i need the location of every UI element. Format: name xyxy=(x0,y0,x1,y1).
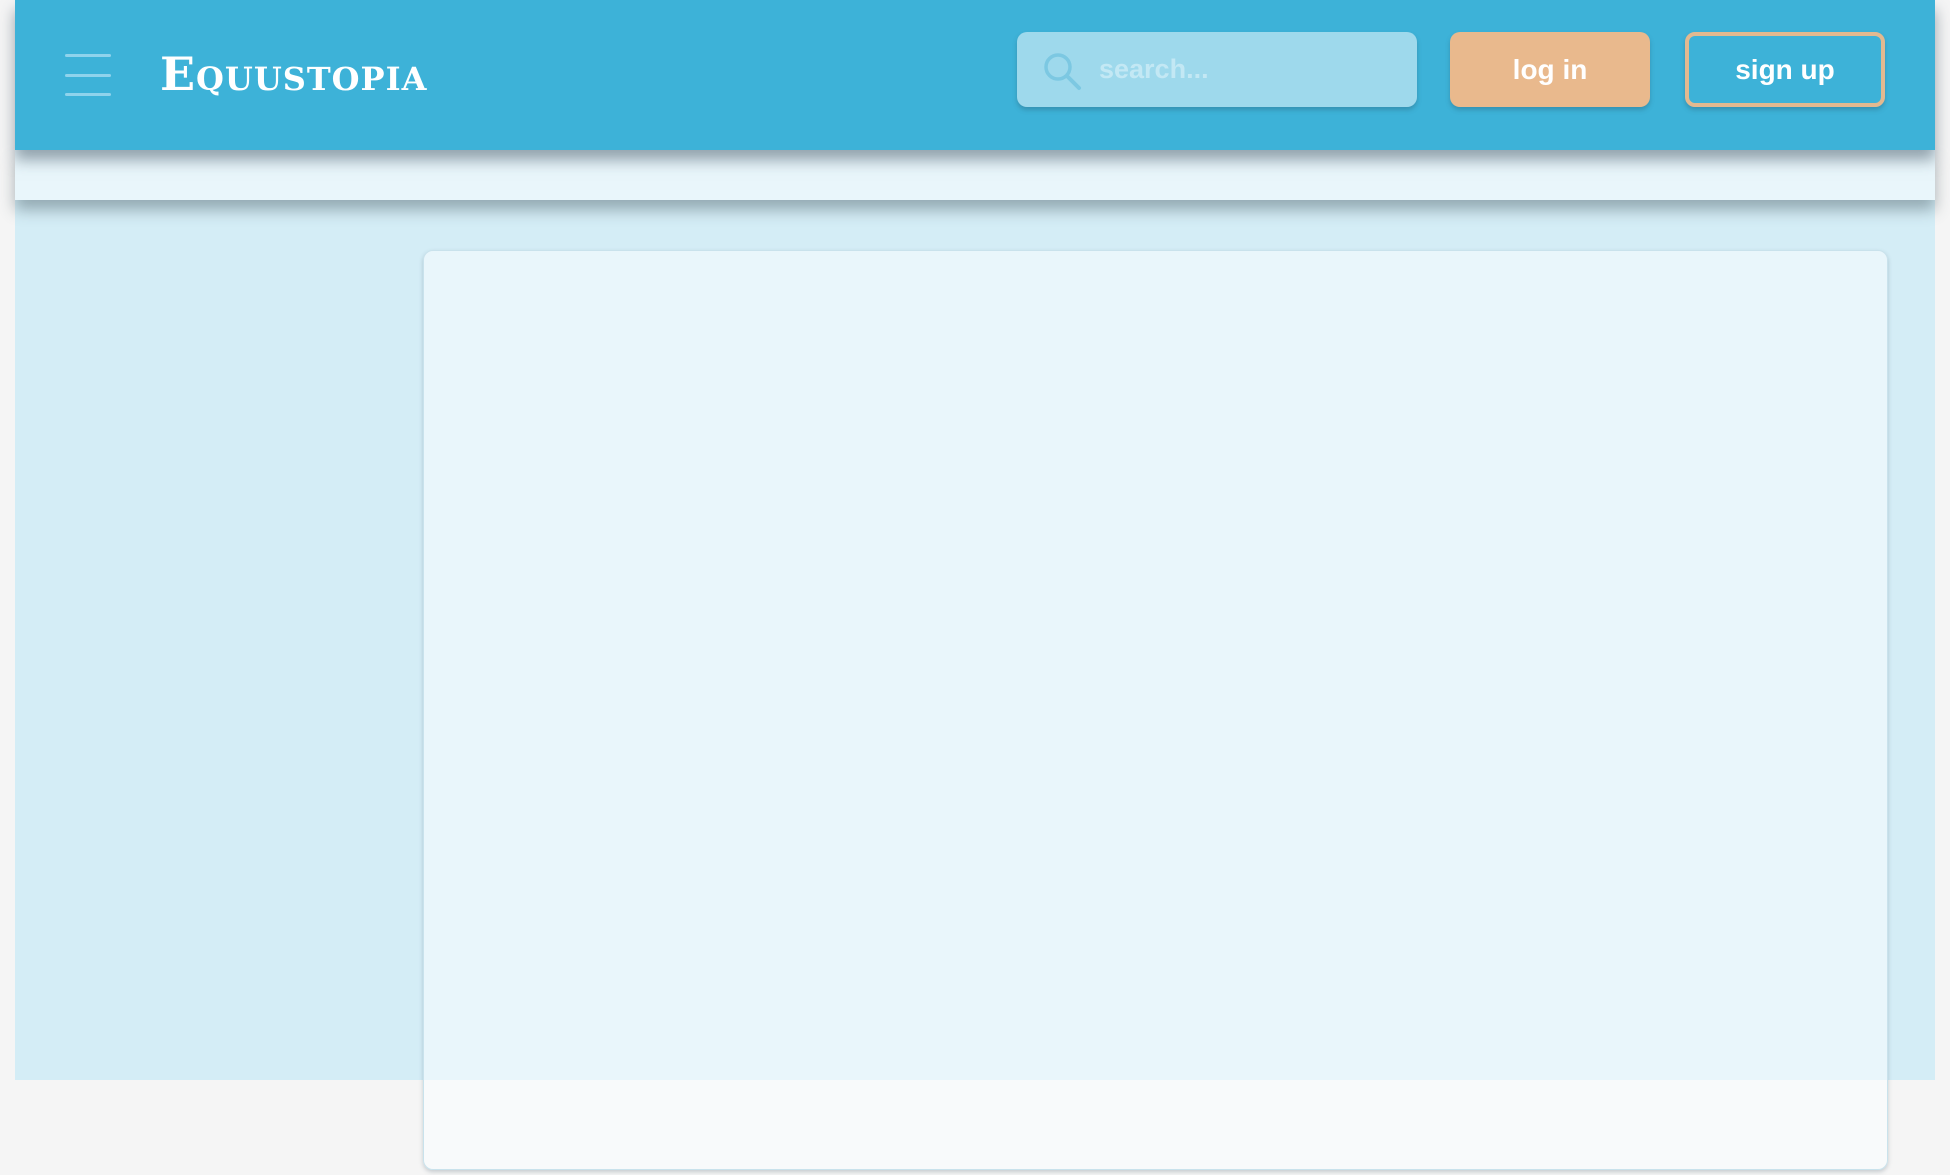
main-content-panel xyxy=(423,250,1888,1170)
secondary-bar xyxy=(15,150,1935,200)
top-header: Equustopia log in sign up xyxy=(15,0,1935,150)
login-button[interactable]: log in xyxy=(1450,32,1650,107)
search-box[interactable] xyxy=(1017,32,1417,107)
signup-button[interactable]: sign up xyxy=(1685,32,1885,107)
search-input[interactable] xyxy=(1099,32,1399,107)
search-icon xyxy=(1044,53,1081,90)
page: Equustopia log in sign up xyxy=(0,0,1950,1175)
site-logo[interactable]: Equustopia xyxy=(160,44,427,104)
hamburger-menu-icon[interactable] xyxy=(65,54,111,96)
